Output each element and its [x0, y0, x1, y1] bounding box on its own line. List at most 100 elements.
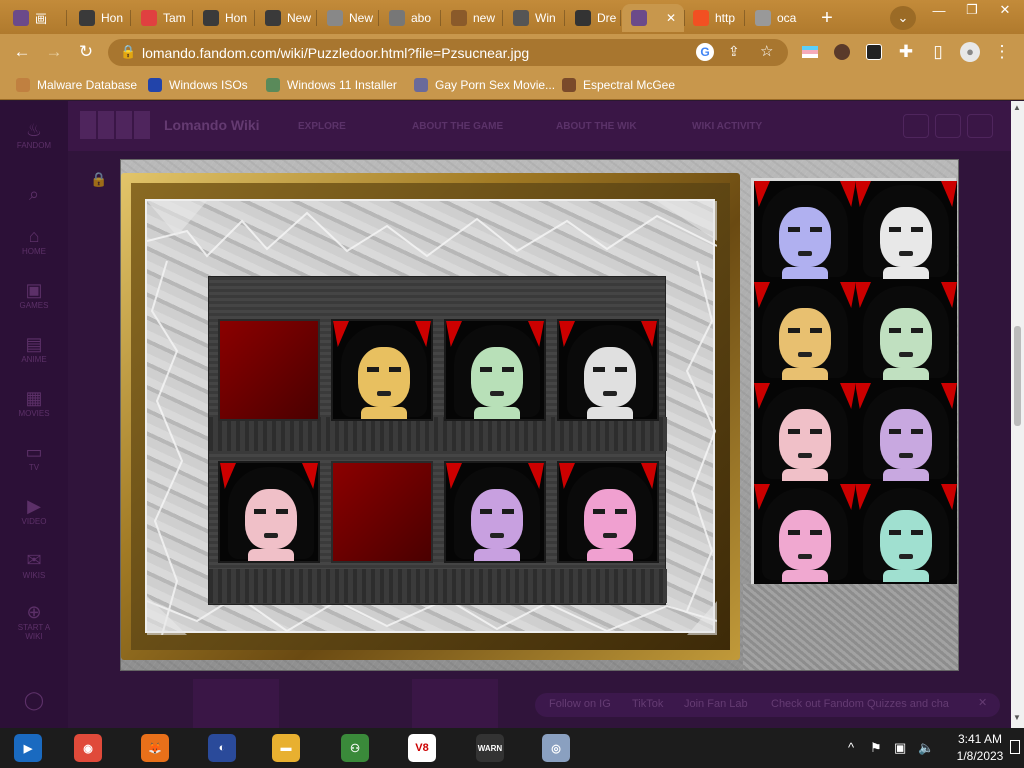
tray-doll-tile[interactable] [855, 282, 957, 384]
bookmark-item[interactable]: Malware Database [16, 76, 137, 94]
wiki-title[interactable]: Lomando Wiki [164, 117, 260, 133]
rail-item[interactable]: ⌂ HOME [10, 225, 58, 256]
clock-date[interactable]: 1/8/2023 [950, 749, 1010, 763]
page-scrollbar[interactable]: ▲ ▼ [1011, 101, 1024, 728]
follow-link[interactable]: Join Fan Lab [684, 698, 748, 710]
browser-tab[interactable]: Dre [566, 4, 620, 32]
thumbnail-placeholder[interactable] [193, 679, 279, 728]
rail-item[interactable]: ▦ MOVIES [10, 387, 58, 418]
close-window-icon[interactable]: ✕ [990, 0, 1020, 20]
scrollbar-thumb[interactable] [1014, 326, 1021, 426]
browser-tab[interactable]: new [442, 4, 502, 32]
taskbar-app[interactable]: WARN [466, 728, 514, 768]
tray-doll-tile[interactable] [754, 181, 856, 283]
taskbar-app[interactable]: ▬ [262, 728, 310, 768]
rail-item[interactable]: ⌕ [10, 183, 58, 205]
wiki-nav-item[interactable]: ABOUT THE WIK [556, 121, 637, 132]
empty-slot[interactable] [218, 319, 320, 421]
discussions-icon[interactable] [935, 114, 961, 138]
rail-item[interactable]: ▤ ANIME [10, 333, 58, 364]
taskbar-app[interactable]: V8 [398, 728, 446, 768]
rail-item[interactable]: ▶ VIDEO [10, 495, 58, 526]
browser-tab[interactable]: http [684, 4, 744, 32]
scroll-up-icon[interactable]: ▲ [1013, 103, 1021, 112]
minimize-icon[interactable]: — [924, 0, 954, 20]
tray-doll-tile[interactable] [754, 282, 856, 384]
tray-doll-tile[interactable] [855, 383, 957, 485]
bookmark-item[interactable]: Windows ISOs [148, 76, 248, 94]
extension-flag-icon[interactable] [798, 40, 822, 64]
close-icon[interactable]: ✕ [978, 696, 987, 709]
browser-tab[interactable]: oca [746, 4, 806, 32]
lock-icon: 🔒 [120, 44, 137, 59]
rail-item[interactable]: ▣ GAMES [10, 279, 58, 310]
google-lens-icon[interactable]: G [696, 43, 714, 61]
wiki-nav-item[interactable]: WIKI ACTIVITY [692, 121, 762, 132]
taskbar-app[interactable]: ⚇ [331, 728, 379, 768]
flag-icon[interactable]: ⚑ [870, 740, 882, 756]
thumbnail-placeholder[interactable] [412, 679, 498, 728]
tray-doll-tile[interactable] [855, 484, 957, 586]
clock-time[interactable]: 3:41 AM [950, 732, 1010, 746]
volume-icon[interactable]: 🔈 [918, 740, 934, 756]
scroll-down-icon[interactable]: ▼ [1013, 713, 1021, 722]
browser-tab[interactable]: Tam [132, 4, 192, 32]
bookmark-item[interactable]: Espectral McGee [562, 76, 675, 94]
restore-icon[interactable]: ❐ [957, 0, 987, 20]
profile-icon[interactable]: ● [958, 40, 982, 64]
taskbar-app[interactable]: ▶ [4, 728, 52, 768]
puzzle-image-lightbox[interactable] [120, 159, 959, 671]
wiki-logo[interactable] [80, 111, 152, 139]
rail-item[interactable]: ◯ [10, 689, 58, 711]
extension-avatar-icon[interactable] [830, 40, 854, 64]
rail-item[interactable]: ⊕ START A WIKI [10, 601, 58, 641]
bookmark-item[interactable]: Gay Porn Sex Movie... [414, 76, 555, 94]
browser-tab[interactable]: New [256, 4, 316, 32]
taskbar-app[interactable]: ◐ [198, 728, 246, 768]
taskbar-app[interactable]: ◎ [532, 728, 580, 768]
browser-tab[interactable]: New [318, 4, 378, 32]
rail-item[interactable]: ♨ FANDOM [10, 119, 58, 150]
wiki-nav-item[interactable]: ABOUT THE GAME [412, 121, 503, 132]
bookmark-star-icon[interactable]: ☆ [760, 42, 773, 60]
tray-doll-tile[interactable] [855, 181, 957, 283]
show-hidden-icons-chevron-icon[interactable]: ^ [848, 740, 854, 755]
reload-icon[interactable]: ↻ [74, 40, 98, 64]
tray-doll-tile[interactable] [754, 383, 856, 485]
tray-doll-tile[interactable] [754, 484, 856, 586]
doll-face [779, 409, 831, 469]
address-bar[interactable]: 🔒 lomando.fandom.com/wiki/Puzzledoor.htm… [108, 39, 788, 66]
back-icon[interactable]: ← [10, 40, 34, 64]
follow-link[interactable]: TikTok [632, 698, 663, 710]
share-icon[interactable]: ⇪ [728, 43, 740, 60]
browser-tab[interactable]: 画 [4, 4, 66, 32]
empty-slot[interactable] [331, 461, 433, 563]
browser-tab[interactable]: Win [504, 4, 564, 32]
wiki-nav-item[interactable]: EXPLORE [298, 121, 346, 132]
theme-toggle-icon[interactable] [967, 114, 993, 138]
side-panel-icon[interactable]: ▯ [926, 40, 950, 64]
rail-item[interactable]: ✉ WIKIS [10, 549, 58, 580]
browser-tab[interactable]: ✕ [622, 4, 684, 32]
bookmark-item[interactable]: Windows 11 Installer [266, 76, 397, 94]
url-text[interactable]: lomando.fandom.com/wiki/Puzzledoor.html?… [142, 45, 529, 61]
menu-kebab-icon[interactable]: ⋮ [990, 40, 1014, 64]
follow-link[interactable]: Check out Fandom Quizzes and cha [771, 698, 949, 710]
tab-close-icon[interactable]: ✕ [666, 11, 676, 25]
browser-tab[interactable]: Hon [194, 4, 254, 32]
rail-item[interactable]: ▭ TV [10, 441, 58, 472]
extension-game-icon[interactable] [862, 40, 886, 64]
notification-icon[interactable] [1010, 740, 1020, 754]
search-icon[interactable] [903, 114, 929, 138]
taskbar-app[interactable]: 🦊 [131, 728, 179, 768]
new-tab-icon[interactable]: + [812, 6, 842, 30]
extensions-puzzle-icon[interactable]: ✚ [894, 40, 918, 64]
tab-search-icon[interactable]: ⌄ [890, 6, 916, 30]
taskbar-app[interactable]: ◉ [64, 728, 112, 768]
browser-tab[interactable]: abo [380, 4, 440, 32]
follow-link[interactable]: Follow on IG [549, 698, 611, 710]
doll-collar [782, 469, 828, 481]
network-icon[interactable]: ▣ [894, 740, 906, 756]
forward-icon[interactable]: → [42, 40, 66, 64]
browser-tab[interactable]: Hon [70, 4, 130, 32]
